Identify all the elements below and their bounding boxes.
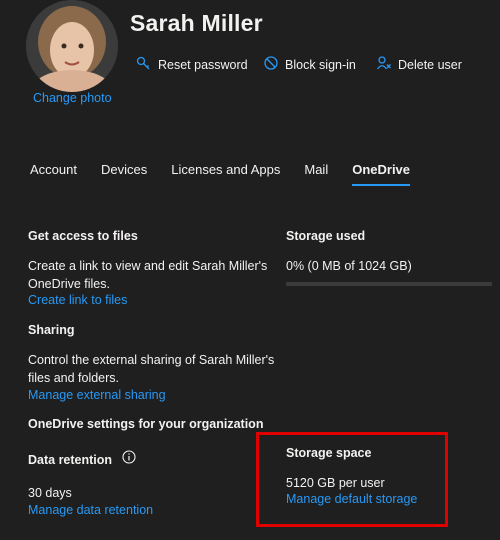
info-icon[interactable] — [122, 450, 136, 469]
create-link-to-files-link[interactable]: Create link to files — [28, 293, 127, 307]
sharing-description: Control the external sharing of Sarah Mi… — [28, 353, 275, 385]
change-photo-link[interactable]: Change photo — [33, 91, 112, 105]
tab-mail[interactable]: Mail — [304, 162, 328, 177]
storage-used-heading: Storage used — [286, 229, 366, 243]
reset-password-label: Reset password — [158, 57, 248, 72]
delete-user-icon — [376, 55, 392, 74]
data-retention-header: Data retention — [28, 450, 136, 469]
key-icon — [136, 55, 152, 74]
tab-licenses-and-apps[interactable]: Licenses and Apps — [171, 162, 280, 177]
block-sign-in-button[interactable]: Block sign-in — [263, 55, 356, 74]
avatar[interactable] — [26, 0, 118, 92]
tab-bar: Account Devices Licenses and Apps Mail O… — [30, 162, 434, 186]
reset-password-button[interactable]: Reset password — [136, 55, 248, 74]
manage-external-sharing-link[interactable]: Manage external sharing — [28, 388, 166, 402]
manage-default-storage-link[interactable]: Manage default storage — [286, 492, 417, 506]
data-retention-heading: Data retention — [28, 452, 113, 467]
get-access-heading: Get access to files — [28, 229, 138, 243]
block-icon — [263, 55, 279, 74]
storage-used-value: 0% (0 MB of 1024 GB) — [286, 259, 412, 273]
data-retention-value: 30 days — [28, 486, 72, 500]
block-sign-in-label: Block sign-in — [285, 57, 356, 72]
sharing-heading: Sharing — [28, 323, 75, 337]
get-access-description: Create a link to view and edit Sarah Mil… — [28, 259, 268, 291]
tab-onedrive[interactable]: OneDrive — [352, 162, 410, 186]
org-settings-heading: OneDrive settings for your organization — [28, 417, 264, 431]
delete-user-label: Delete user — [398, 57, 462, 72]
storage-space-value: 5120 GB per user — [286, 476, 385, 490]
manage-data-retention-link[interactable]: Manage data retention — [28, 503, 153, 517]
user-name: Sarah Miller — [130, 10, 263, 36]
storage-space-heading: Storage space — [286, 446, 372, 460]
tab-devices[interactable]: Devices — [101, 162, 147, 177]
delete-user-button[interactable]: Delete user — [376, 55, 462, 74]
tab-account[interactable]: Account — [30, 162, 77, 177]
storage-used-bar — [286, 282, 492, 286]
